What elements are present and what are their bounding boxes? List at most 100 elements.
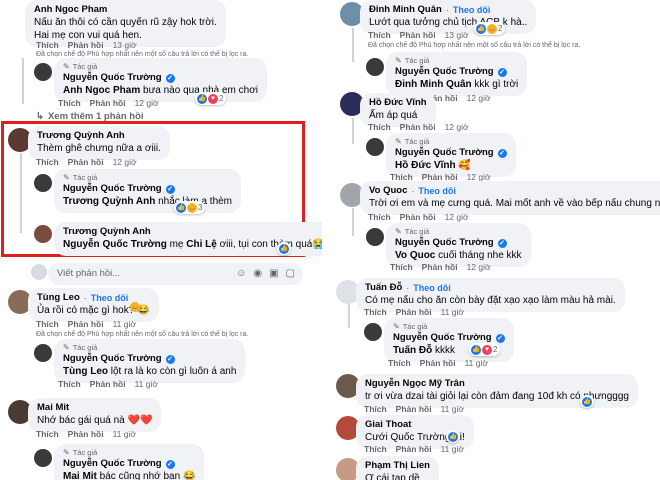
reaction-summary[interactable]: 👍 ♥ 2 xyxy=(195,92,227,105)
follow-button[interactable]: Theo dõi xyxy=(413,282,451,294)
mention-link[interactable]: Chi Lệ xyxy=(186,239,217,250)
reply-button[interactable]: Phản hồi xyxy=(396,307,432,317)
reaction-summary[interactable]: 👍 xyxy=(446,430,460,443)
comment-time[interactable]: 13 giờ xyxy=(113,40,137,50)
avatar[interactable] xyxy=(34,63,52,81)
comment-author[interactable]: Tùng Leo xyxy=(37,292,80,304)
avatar[interactable] xyxy=(364,323,382,341)
comment-time[interactable]: 12 giờ xyxy=(445,212,469,222)
mention-link[interactable]: Hồ Đức Vĩnh xyxy=(395,160,456,171)
mention-link[interactable]: Anh Ngoc Pham xyxy=(63,85,140,96)
mention-link[interactable]: Vo Quoc xyxy=(395,250,435,261)
reply-button[interactable]: Phản hồi xyxy=(400,122,436,132)
like-button[interactable]: Thích xyxy=(58,379,81,389)
comment-author[interactable]: Anh Ngoc Pham xyxy=(34,4,107,16)
mention-link[interactable]: Đinh Minh Quân xyxy=(395,79,472,90)
comment-actions: Thích Phản hồi 11 giờ xyxy=(364,307,464,317)
comment-time[interactable]: 13 giờ xyxy=(445,30,469,40)
reply-button[interactable]: Phản hồi xyxy=(420,358,456,368)
reply-bubble: ✎ Tác giả Nguyễn Quốc Trường ✓ Tùng Leo lộ… xyxy=(54,339,246,383)
reply-author[interactable]: Nguyễn Quốc Trường xyxy=(63,458,162,470)
avatar[interactable] xyxy=(366,228,384,246)
reply-time[interactable]: 12 giờ xyxy=(467,262,491,272)
like-button[interactable]: Thích xyxy=(36,157,59,167)
comment-time[interactable]: 12 giờ xyxy=(445,122,469,132)
reply-time[interactable]: 11 giờ xyxy=(135,379,158,389)
comment-author[interactable]: Mai Mit xyxy=(37,402,69,414)
reply-author[interactable]: Nguyễn Quốc Trường xyxy=(395,66,494,78)
comment-author[interactable]: Đinh Minh Quân xyxy=(369,4,442,16)
reply-time[interactable]: 11 giờ xyxy=(465,358,488,368)
comment-time[interactable]: 11 giờ xyxy=(113,429,136,439)
reaction-summary[interactable]: 👍 ♥ 2 xyxy=(469,343,501,356)
reply-button[interactable]: Phản hồi xyxy=(90,98,126,108)
comment-author[interactable]: Hồ Đức Vĩnh xyxy=(369,97,427,109)
comment-author[interactable]: Trương Quỳnh Anh xyxy=(37,130,125,142)
avatar[interactable] xyxy=(34,449,52,467)
like-button[interactable]: Thích xyxy=(364,307,387,317)
reply-button[interactable]: Phản hồi xyxy=(90,379,126,389)
follow-button[interactable]: Theo dõi xyxy=(418,185,456,197)
reply-time[interactable]: 12 giờ xyxy=(135,98,159,108)
comment-time[interactable]: 11 giờ xyxy=(441,307,464,317)
like-button[interactable]: Thích xyxy=(368,212,391,222)
avatar[interactable] xyxy=(366,138,384,156)
like-button[interactable]: Thích xyxy=(36,40,59,50)
like-button[interactable]: Thích xyxy=(368,30,391,40)
like-button[interactable]: Thích xyxy=(368,122,391,132)
mention-link[interactable]: Tùng Leo xyxy=(63,366,108,377)
reply-time[interactable]: 12 giờ xyxy=(467,93,491,103)
comment-time[interactable]: 11 giờ xyxy=(113,319,136,329)
like-button[interactable]: Thích xyxy=(36,429,59,439)
reply-button[interactable]: Phản hồi xyxy=(396,404,432,414)
mention-link[interactable]: Mai Mit xyxy=(63,471,97,480)
comment-time[interactable]: 11 giờ xyxy=(441,444,464,454)
like-button[interactable]: Thích xyxy=(36,319,59,329)
reply-button[interactable]: Phản hồi xyxy=(422,262,458,272)
reply-button[interactable]: Phản hồi xyxy=(68,157,104,167)
avatar[interactable] xyxy=(34,344,52,362)
comment-author[interactable]: Giai Thoat xyxy=(365,419,411,431)
follow-button[interactable]: Theo dõi xyxy=(91,292,129,304)
reply-author[interactable]: Nguyễn Quốc Trường xyxy=(63,183,162,195)
reply-author[interactable]: Nguyễn Quốc Trường xyxy=(395,237,494,249)
reply-author[interactable]: Nguyễn Quốc Trường xyxy=(63,72,162,84)
reply-author[interactable]: Nguyễn Quốc Trường xyxy=(395,147,494,159)
camera-icon[interactable]: ◉ xyxy=(253,268,262,279)
mention-link[interactable]: Nguyễn Quốc Trường xyxy=(63,239,167,250)
like-button[interactable]: Thích xyxy=(364,404,387,414)
mention-link[interactable]: Trương Quỳnh Anh xyxy=(63,196,155,207)
emoji-icon[interactable]: ☺ xyxy=(236,268,246,279)
reply-button[interactable]: Phản hồi xyxy=(400,30,436,40)
reaction-summary[interactable]: 👍 xyxy=(580,395,594,408)
reply-button[interactable]: Phản hồi xyxy=(400,212,436,222)
reply-button[interactable]: Phản hồi xyxy=(68,319,104,329)
avatar[interactable] xyxy=(366,58,384,76)
reaction-summary[interactable]: 👍 xyxy=(277,242,291,255)
sticker-icon[interactable]: ▢ xyxy=(286,268,295,279)
reply-button[interactable]: Phản hồi xyxy=(68,40,104,50)
comment-author[interactable]: Phạm Thị Lien xyxy=(365,460,430,472)
avatar[interactable] xyxy=(34,174,52,192)
reply-button[interactable]: Phản hồi xyxy=(68,429,104,439)
reaction-summary[interactable]: 👍 ◡ 2 xyxy=(474,22,506,35)
reply-input[interactable]: Viết phản hồi... ☺ ◉ ▣ ▢ xyxy=(48,263,303,285)
like-button[interactable]: Thích xyxy=(364,444,387,454)
gif-icon[interactable]: ▣ xyxy=(269,268,278,279)
reply-author[interactable]: Trương Quỳnh Anh xyxy=(63,226,151,238)
mention-link[interactable]: Tuấn Đỗ xyxy=(393,345,432,356)
avatar[interactable] xyxy=(34,225,52,243)
comment-author[interactable]: Vo Quoc xyxy=(369,185,407,197)
follow-button[interactable]: Theo dõi xyxy=(453,4,491,16)
comment-author[interactable]: Nguyễn Ngọc Mỹ Trân xyxy=(365,378,465,390)
like-button[interactable]: Thích xyxy=(388,358,411,368)
reply-button[interactable]: Phản hồi xyxy=(396,444,432,454)
reply-author[interactable]: Nguyễn Quốc Trường xyxy=(63,353,162,365)
reaction-summary[interactable]: 👍 ◡ 3 xyxy=(174,201,206,214)
comment-time[interactable]: 11 giờ xyxy=(441,404,464,414)
reaction-summary[interactable]: ◡ xyxy=(128,300,143,313)
like-button[interactable]: Thích xyxy=(58,98,81,108)
comment-time[interactable]: 12 giờ xyxy=(113,157,137,167)
like-button[interactable]: Thích xyxy=(390,262,413,272)
comment-author[interactable]: Tuấn Đỗ xyxy=(365,282,402,294)
